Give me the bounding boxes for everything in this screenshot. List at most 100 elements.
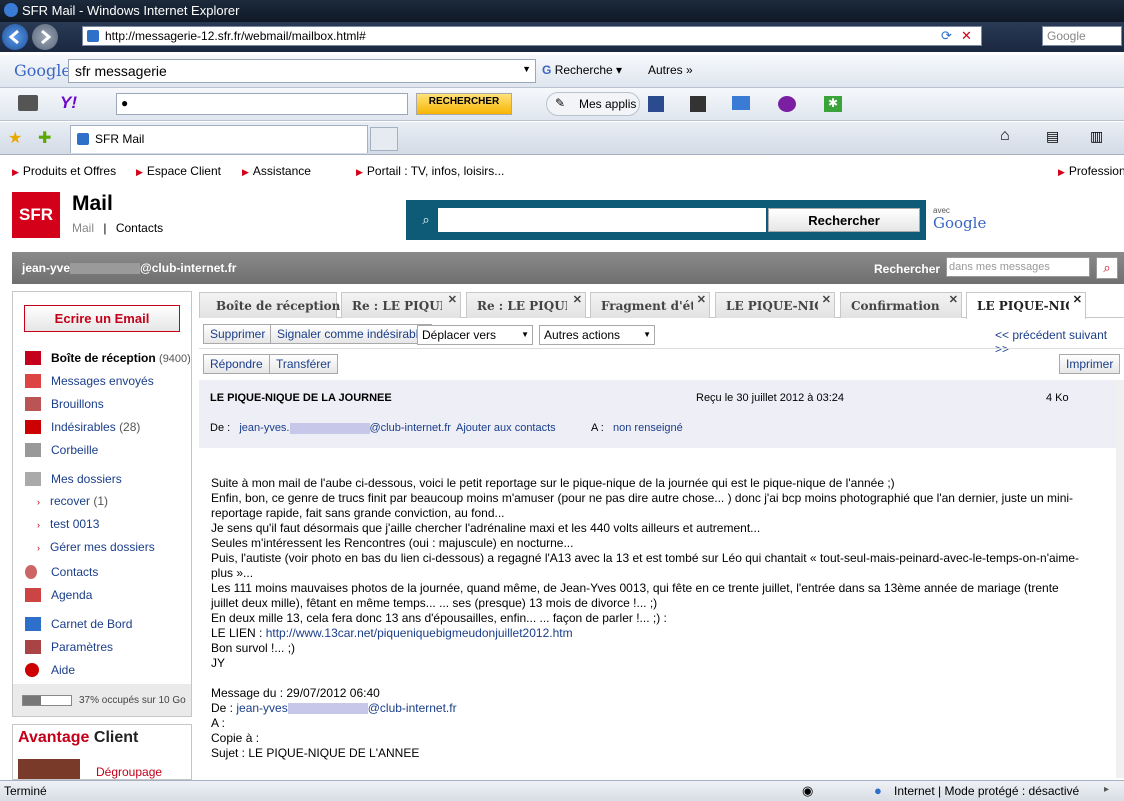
privacy-eye-icon[interactable]: ◉	[802, 783, 813, 799]
delete-button[interactable]: Supprimer	[203, 324, 273, 344]
address-url: http://messagerie-12.sfr.fr/webmail/mail…	[105, 29, 366, 43]
message-subject: LE PIQUE-NIQUE DE LA JOURNEE	[210, 392, 392, 404]
home-icon[interactable]: ⌂	[1000, 127, 1010, 145]
feeds-icon[interactable]: ▤	[1046, 128, 1059, 145]
address-bar[interactable]: http://messagerie-12.sfr.fr/webmail/mail…	[82, 26, 982, 46]
app-icon-2[interactable]	[690, 96, 706, 112]
google-g-icon: G	[542, 63, 552, 77]
back-button[interactable]	[2, 24, 28, 50]
favorites-star-icon[interactable]: ★	[8, 128, 22, 148]
yahoo-logo[interactable]: Y!	[60, 93, 77, 113]
zoom-button[interactable]: ▸	[1104, 784, 1109, 795]
topnav-item-produits[interactable]: ▶ Produits et Offres	[12, 164, 116, 178]
sidebar-item-spam[interactable]: Indésirables (28)	[51, 420, 140, 434]
sidebar-item-help[interactable]: Aide	[51, 663, 75, 677]
topnav-item-espace-client[interactable]: ▶ Espace Client	[136, 164, 221, 178]
pager-links[interactable]: << précédent suivant >>	[995, 328, 1124, 356]
quoted-sender-link[interactable]: jean-yves @club-internet.fr	[236, 701, 456, 715]
forward-button[interactable]: Transférer	[269, 354, 338, 374]
sidebar-item-contacts[interactable]: Contacts	[51, 565, 98, 579]
message-body: Suite à mon mail de l'aube ci-dessous, v…	[211, 476, 1111, 761]
topnav-item-assistance[interactable]: ▶ Assistance	[242, 164, 311, 178]
browser-tab-sfr-mail[interactable]: SFR Mail	[70, 125, 368, 153]
compose-button[interactable]: Ecrire un Email	[24, 305, 180, 332]
avantage-title: Avantage Client	[18, 729, 139, 746]
forward-arrow-icon	[41, 29, 52, 45]
close-icon[interactable]: ✕	[1073, 293, 1082, 306]
degroupage-link[interactable]: Dégroupage	[96, 765, 162, 779]
yahoo-search-button[interactable]: RECHERCHER	[416, 93, 512, 115]
sidebar-item-drafts[interactable]: Brouillons	[51, 397, 104, 411]
nav-contacts-link[interactable]: Contacts	[116, 221, 163, 235]
page-icon	[77, 133, 89, 145]
content-scrollbar[interactable]	[1116, 380, 1124, 778]
quoted-from: De : jean-yves @club-internet.fr	[211, 701, 457, 715]
yahoo-search-input[interactable]: ●	[116, 93, 408, 115]
tab-confirmation[interactable]: Confirmation d'e✕	[840, 292, 962, 318]
reply-button[interactable]: Répondre	[203, 354, 270, 374]
print-icon[interactable]: ▥	[1090, 128, 1103, 145]
sidebar-item-logbook[interactable]: Carnet de Bord	[51, 617, 132, 631]
sidebar-item-trash[interactable]: Corbeille	[51, 443, 98, 457]
nav-mail-link[interactable]: Mail	[72, 221, 94, 235]
sidebar-item-settings[interactable]: Paramètres	[51, 640, 113, 654]
print-button[interactable]: Imprimer	[1059, 354, 1121, 374]
add-favorite-icon[interactable]: ✚	[38, 128, 51, 148]
photo-link[interactable]: http://www.13car.net/piqueniquebigmeudon…	[266, 626, 573, 640]
sidebar-item-inbox[interactable]: Boîte de réception (9400)	[51, 351, 191, 365]
web-search-button[interactable]: Rechercher	[768, 208, 920, 232]
body-line: En deux mille 13, cela fera donc 13 ans …	[211, 611, 667, 625]
tab-re-pique-nique-2[interactable]: Re : LE PIQUE-NI✕	[466, 292, 586, 318]
browser-search-field[interactable]: Google	[1042, 26, 1122, 46]
close-icon[interactable]: ✕	[822, 293, 831, 306]
sidebar: Ecrire un Email Boîte de réception (9400…	[12, 291, 192, 717]
sidebar-item-recover[interactable]: › recover (1)	[37, 494, 108, 508]
message-received: Reçu le 30 juillet 2012 à 03:24	[696, 392, 844, 404]
body-line-empty	[211, 671, 1111, 686]
sidebar-item-agenda[interactable]: Agenda	[51, 588, 92, 602]
tab-re-pique-nique-1[interactable]: Re : LE PIQUE-NI✕	[341, 292, 461, 318]
mailbox-search-input[interactable]: dans mes messages	[946, 257, 1090, 277]
close-icon[interactable]: ✕	[573, 293, 582, 306]
tv-icon[interactable]	[18, 95, 38, 111]
web-search-input[interactable]: ⌕	[414, 208, 766, 232]
google-search-input[interactable]: sfr messagerie ▼	[68, 59, 536, 83]
refresh-icon[interactable]: ⟳	[941, 28, 957, 44]
quota-bar-fill	[23, 696, 41, 705]
mail-icon[interactable]	[732, 96, 750, 110]
mailbox-search-button[interactable]: ⌕	[1096, 257, 1118, 279]
app-icon-1[interactable]	[648, 96, 664, 112]
mes-applis-button[interactable]: ✎ Mes applis	[546, 92, 640, 116]
report-spam-button[interactable]: Signaler comme indésirable	[270, 324, 433, 344]
add-to-contacts-link[interactable]: Ajouter aux contacts	[456, 422, 556, 434]
site-topnav: ▶ Produits et Offres ▶ Espace Client ▶ Assi…	[0, 160, 1124, 182]
chevron-down-icon[interactable]: ▼	[522, 64, 531, 74]
close-icon[interactable]: ✕	[448, 293, 457, 306]
move-to-select[interactable]: Déplacer vers ▼	[417, 325, 533, 345]
tab-fragment[interactable]: Fragment d'éter✕	[590, 292, 710, 318]
sidebar-item-manage-folders[interactable]: › Gérer mes dossiers	[37, 540, 155, 554]
minimize-button[interactable]	[1032, 2, 1056, 18]
tab-pique-nique-active[interactable]: LE PIQUE-NIQUE✕	[966, 292, 1086, 319]
page-icon	[87, 30, 99, 42]
topnav-item-profession[interactable]: ▶ Profession	[1058, 164, 1124, 178]
autres-button[interactable]: Autres »	[648, 63, 693, 77]
window-title: SFR Mail - Windows Internet Explorer	[22, 3, 240, 18]
sidebar-item-test-0013[interactable]: › test 0013	[37, 517, 99, 531]
sfr-logo[interactable]: SFR	[12, 192, 60, 238]
new-tab-button[interactable]	[370, 127, 398, 151]
tab-pique-nique[interactable]: LE PIQUE-NIQUE✕	[715, 292, 835, 318]
sidebar-item-sent[interactable]: Messages envoyés	[51, 374, 154, 388]
forward-button[interactable]	[32, 24, 58, 50]
stop-icon[interactable]: ✕	[961, 28, 977, 44]
topnav-item-portail[interactable]: ▶ Portail : TV, infos, loisirs...	[356, 164, 504, 178]
recherche-button[interactable]: G Recherche ▾	[542, 63, 622, 77]
close-icon[interactable]: ✕	[697, 293, 706, 306]
tab-inbox[interactable]: Boîte de réception	[199, 292, 340, 318]
mon-icon[interactable]	[778, 96, 796, 112]
sidebar-item-my-folders[interactable]: Mes dossiers	[51, 472, 122, 486]
other-actions-select[interactable]: Autres actions ▼	[539, 325, 655, 345]
sender-link[interactable]: jean-yves. @club-internet.fr	[239, 422, 451, 434]
close-icon[interactable]: ✕	[949, 293, 958, 306]
plus-icon[interactable]: ✱	[824, 96, 842, 112]
